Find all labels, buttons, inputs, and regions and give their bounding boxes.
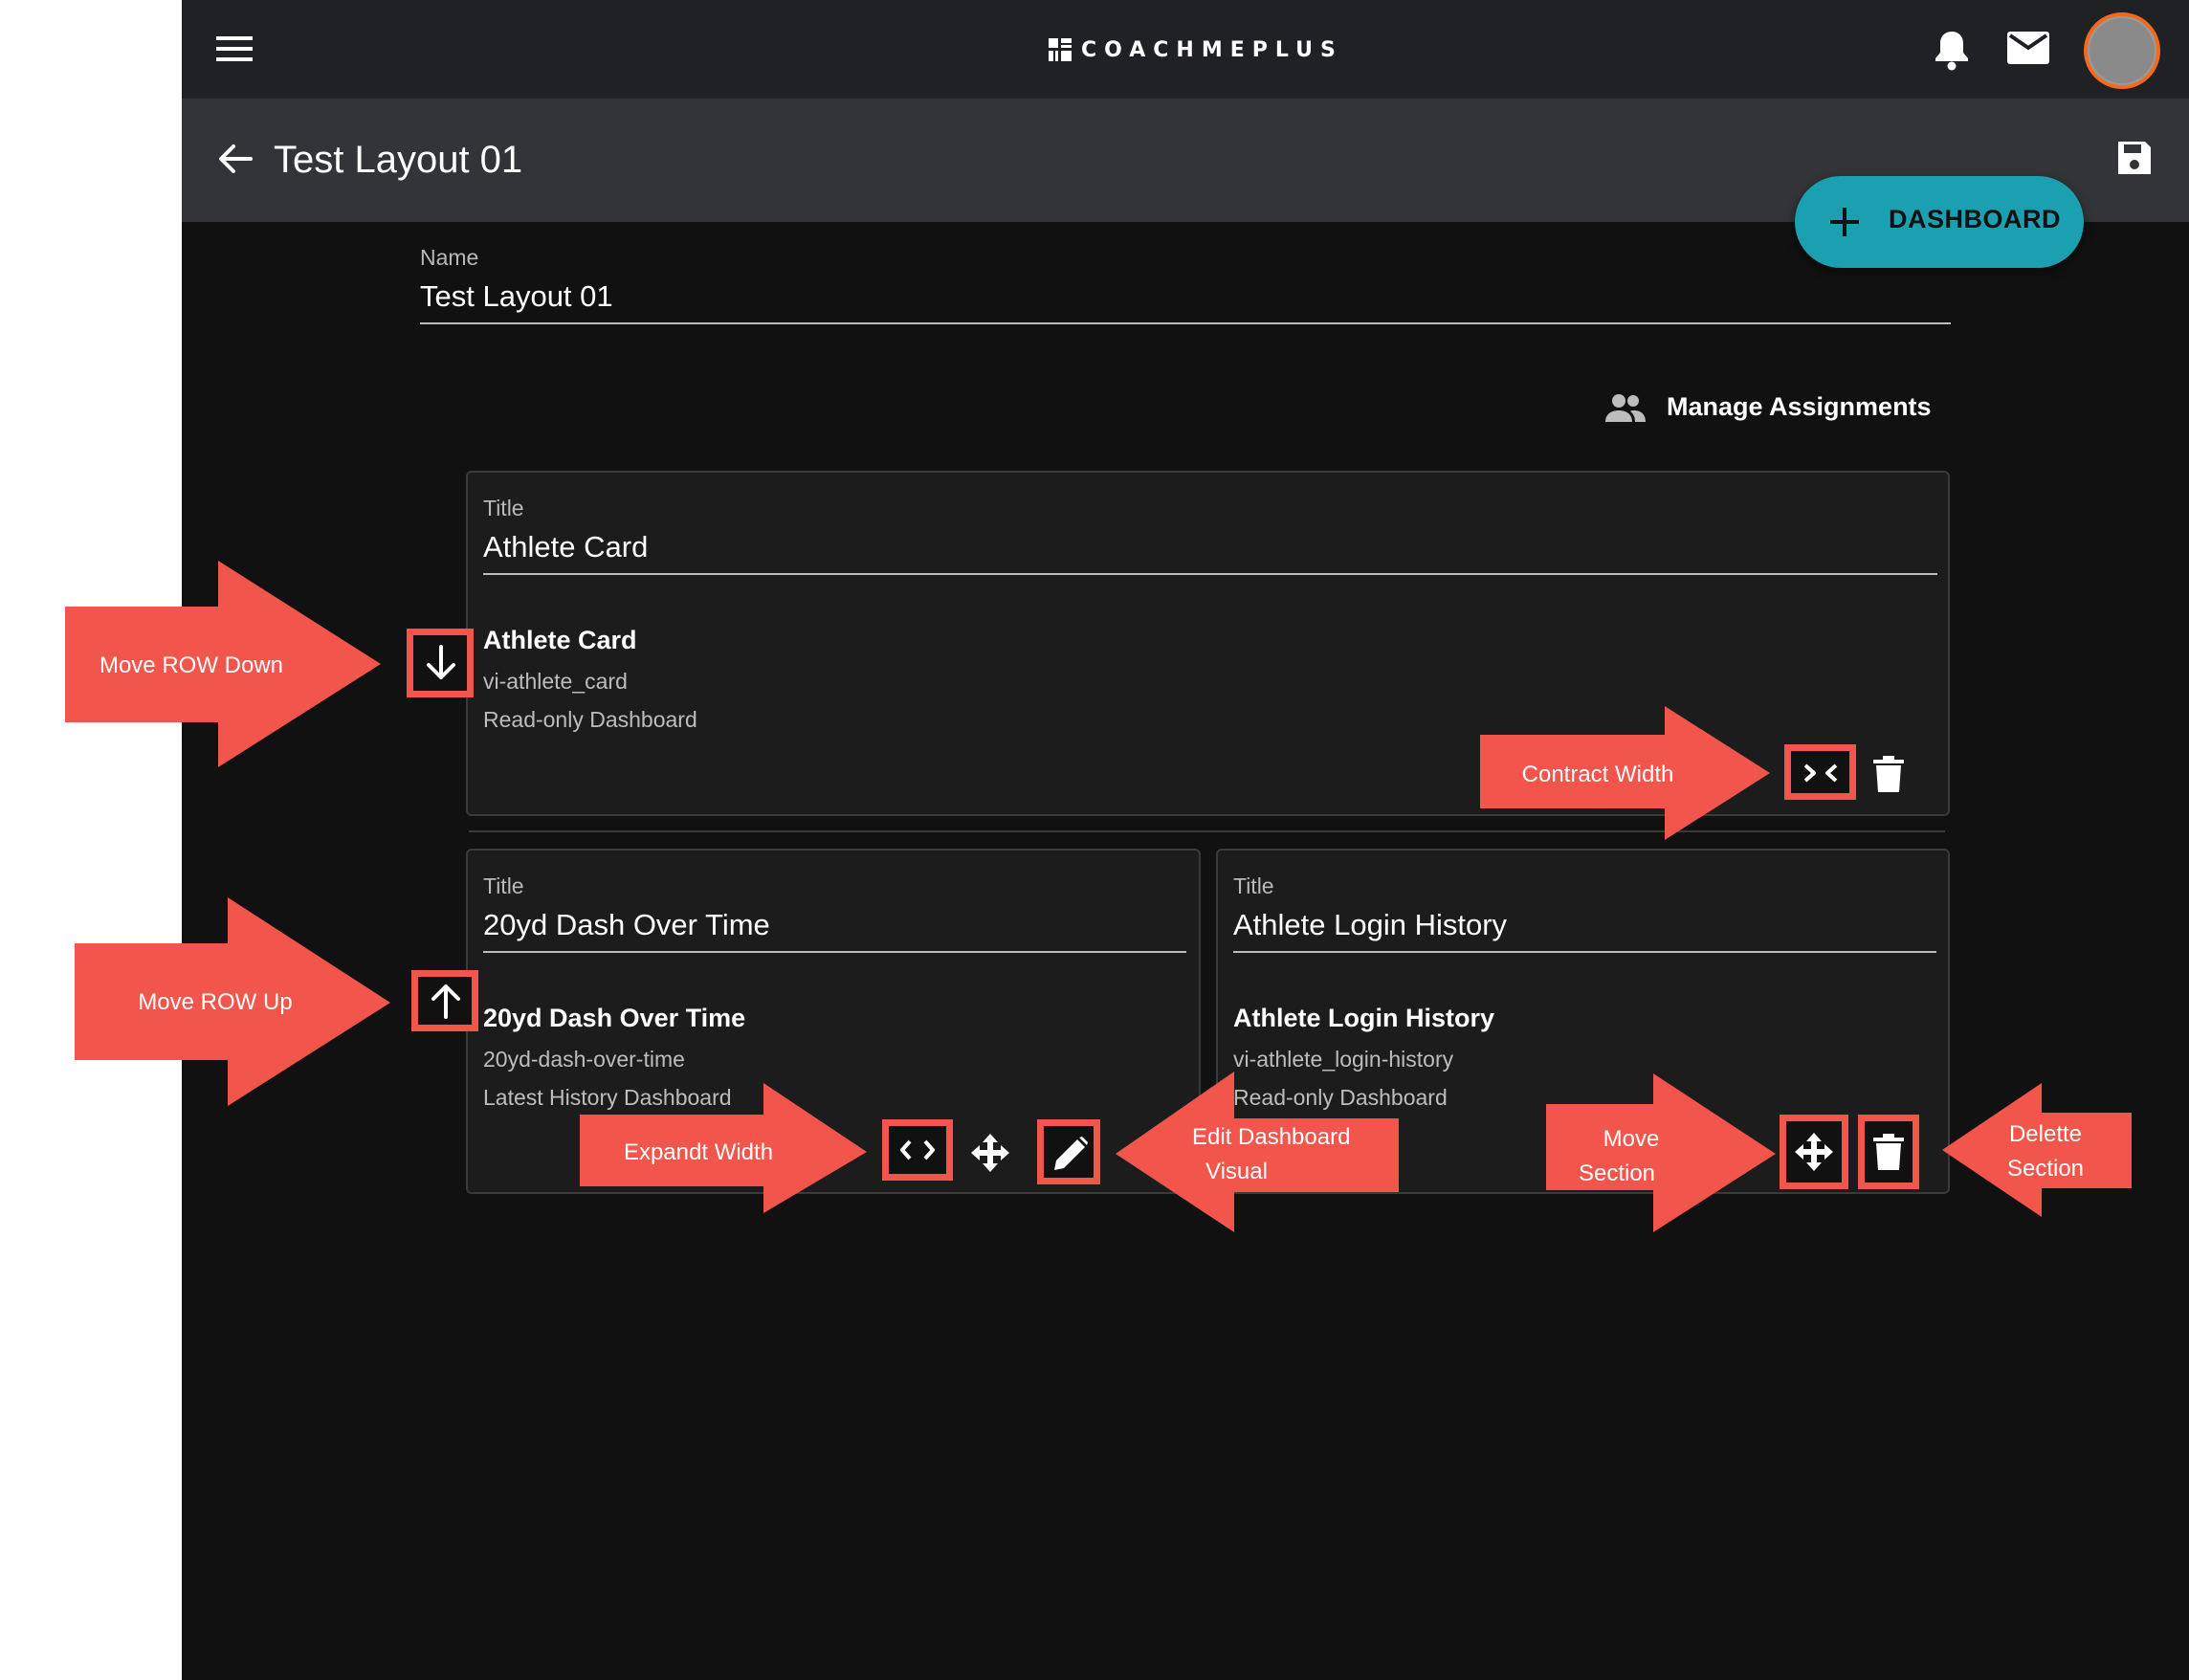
annotation-edit-visual-line1: Edit Dashboard bbox=[1192, 1124, 1351, 1150]
annotation-move-row-up: Move ROW Up bbox=[138, 989, 293, 1015]
annotation-edit-visual-line2: Visual bbox=[1205, 1159, 1268, 1184]
annotation-move-section-line1: Move bbox=[1603, 1126, 1660, 1152]
annotation-arrows bbox=[65, 561, 2132, 1232]
annotation-delete-section-line1: Delette bbox=[2008, 1121, 2083, 1147]
annotation-delete-section-line2: Section bbox=[2006, 1156, 2085, 1182]
annotation-expand-width: Expandt Width bbox=[623, 1139, 774, 1165]
annotation-contract-width: Contract Width bbox=[1521, 762, 1674, 787]
annotation-move-row-down: Move ROW Down bbox=[99, 652, 284, 678]
annotation-move-section-line2: Section bbox=[1578, 1161, 1656, 1186]
